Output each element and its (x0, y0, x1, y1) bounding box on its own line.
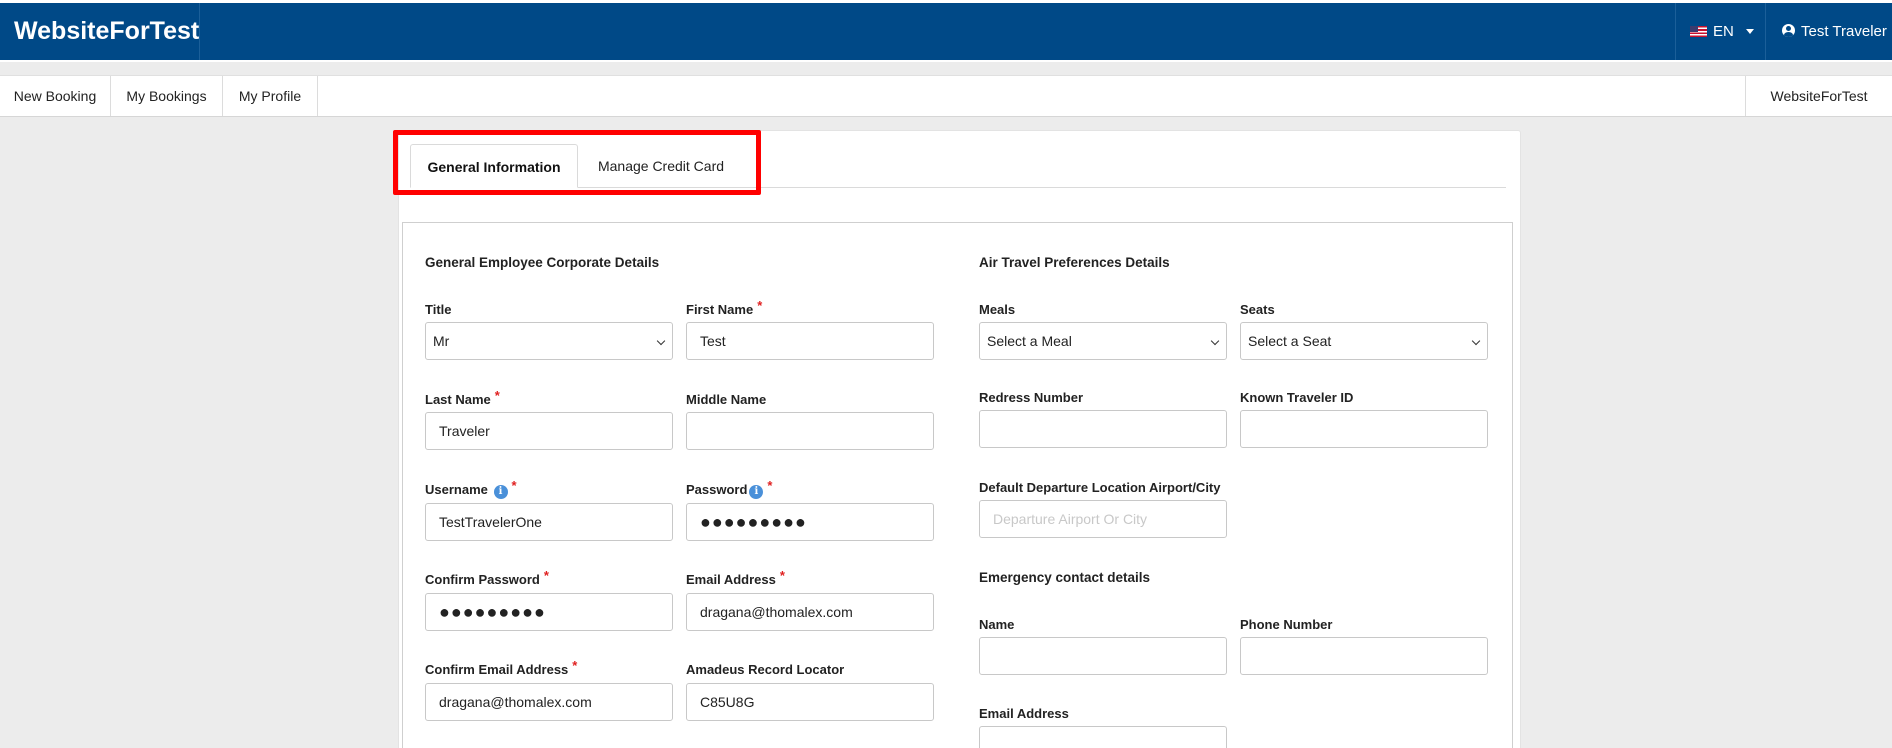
chevron-down-icon (1210, 336, 1220, 346)
info-icon[interactable]: i (749, 485, 764, 499)
brand-logo[interactable]: WebsiteForTest (0, 3, 200, 60)
section-title-air-travel: Air Travel Preferences Details (979, 255, 1170, 270)
emergency-email-label: Email Address (979, 706, 1069, 721)
middle-name-label: Middle Name (686, 392, 767, 407)
departure-label: Default Departure Location Airport/City (979, 480, 1221, 495)
us-flag-icon (1690, 26, 1707, 37)
seats-label: Seats (1240, 302, 1275, 317)
required-icon: * (757, 298, 763, 313)
meals-select[interactable]: Select a Meal (979, 322, 1227, 360)
nav-my-bookings[interactable]: My Bookings (111, 76, 223, 116)
required-icon: * (494, 388, 500, 403)
header-bar: WebsiteForTest EN Test Traveler (0, 3, 1892, 60)
required-icon: * (767, 478, 773, 493)
email-label: Email Address * (686, 568, 785, 587)
redress-input[interactable] (979, 410, 1227, 448)
known-traveler-label: Known Traveler ID (1240, 390, 1354, 405)
section-title-emergency-contact: Emergency contact details (979, 570, 1151, 585)
last-name-input[interactable]: Traveler (425, 412, 673, 450)
middle-name-input[interactable] (686, 412, 934, 450)
email-input[interactable]: dragana@thomalex.com (686, 593, 934, 631)
confirm-password-input[interactable]: ●●●●●●●●● (425, 593, 673, 631)
emergency-name-input[interactable] (979, 637, 1227, 675)
emergency-phone-label: Phone Number (1240, 617, 1333, 632)
caret-down-icon (1745, 29, 1754, 34)
language-label: EN (1713, 23, 1734, 40)
title-select-value: Mr (433, 333, 450, 349)
meals-select-value: Select a Meal (987, 333, 1072, 349)
nav-new-booking[interactable]: New Booking (0, 76, 111, 116)
record-locator-label: Amadeus Record Locator (686, 662, 845, 677)
confirm-email-input[interactable]: dragana@thomalex.com (425, 683, 673, 721)
username-input[interactable]: TestTravelerOne (425, 503, 673, 541)
title-select[interactable]: Mr (425, 322, 673, 360)
meals-label: Meals (979, 302, 1016, 317)
chevron-down-icon (1471, 336, 1481, 346)
title-label: Title (425, 302, 452, 317)
required-icon: * (572, 658, 578, 673)
info-icon[interactable]: i (493, 485, 508, 499)
user-name: Test Traveler (1801, 23, 1887, 40)
user-menu[interactable]: Test Traveler (1782, 3, 1887, 60)
emergency-email-input[interactable] (979, 726, 1227, 748)
seats-select-value: Select a Seat (1248, 333, 1332, 349)
user-circle-icon (1782, 24, 1795, 37)
password-input[interactable]: ●●●●●●●●● (686, 503, 934, 541)
nav-my-profile[interactable]: My Profile (223, 76, 318, 116)
known-traveler-input[interactable] (1240, 410, 1488, 448)
seats-select[interactable]: Select a Seat (1240, 322, 1488, 360)
required-icon: * (511, 478, 517, 493)
highlight-box (393, 130, 761, 195)
last-name-label: Last Name * (425, 388, 500, 407)
chevron-down-icon (656, 336, 666, 346)
departure-placeholder: Departure Airport Or City (993, 511, 1148, 527)
username-label: Username i * (425, 478, 517, 499)
record-locator-input[interactable]: C85U8G (686, 683, 934, 721)
first-name-input[interactable]: Test (686, 322, 934, 360)
emergency-phone-input[interactable] (1240, 637, 1488, 675)
language-selector[interactable]: EN (1675, 3, 1766, 60)
top-header: WebsiteForTest EN Test Traveler (0, 0, 1892, 62)
password-label: Password i * (686, 478, 773, 499)
first-name-label: First Name * (686, 298, 763, 317)
section-title-employee-details: General Employee Corporate Details (425, 255, 660, 270)
confirm-password-label: Confirm Password * (425, 568, 549, 587)
required-icon: * (779, 568, 785, 583)
sub-navigation: New Booking My Bookings My Profile Websi… (0, 75, 1892, 117)
required-icon: * (543, 568, 549, 583)
confirm-email-label: Confirm Email Address * (425, 658, 578, 677)
nav-site-link[interactable]: WebsiteForTest (1745, 76, 1892, 116)
departure-input[interactable]: Departure Airport Or City (979, 500, 1227, 538)
emergency-name-label: Name (979, 617, 1015, 632)
redress-label: Redress Number (979, 390, 1084, 405)
